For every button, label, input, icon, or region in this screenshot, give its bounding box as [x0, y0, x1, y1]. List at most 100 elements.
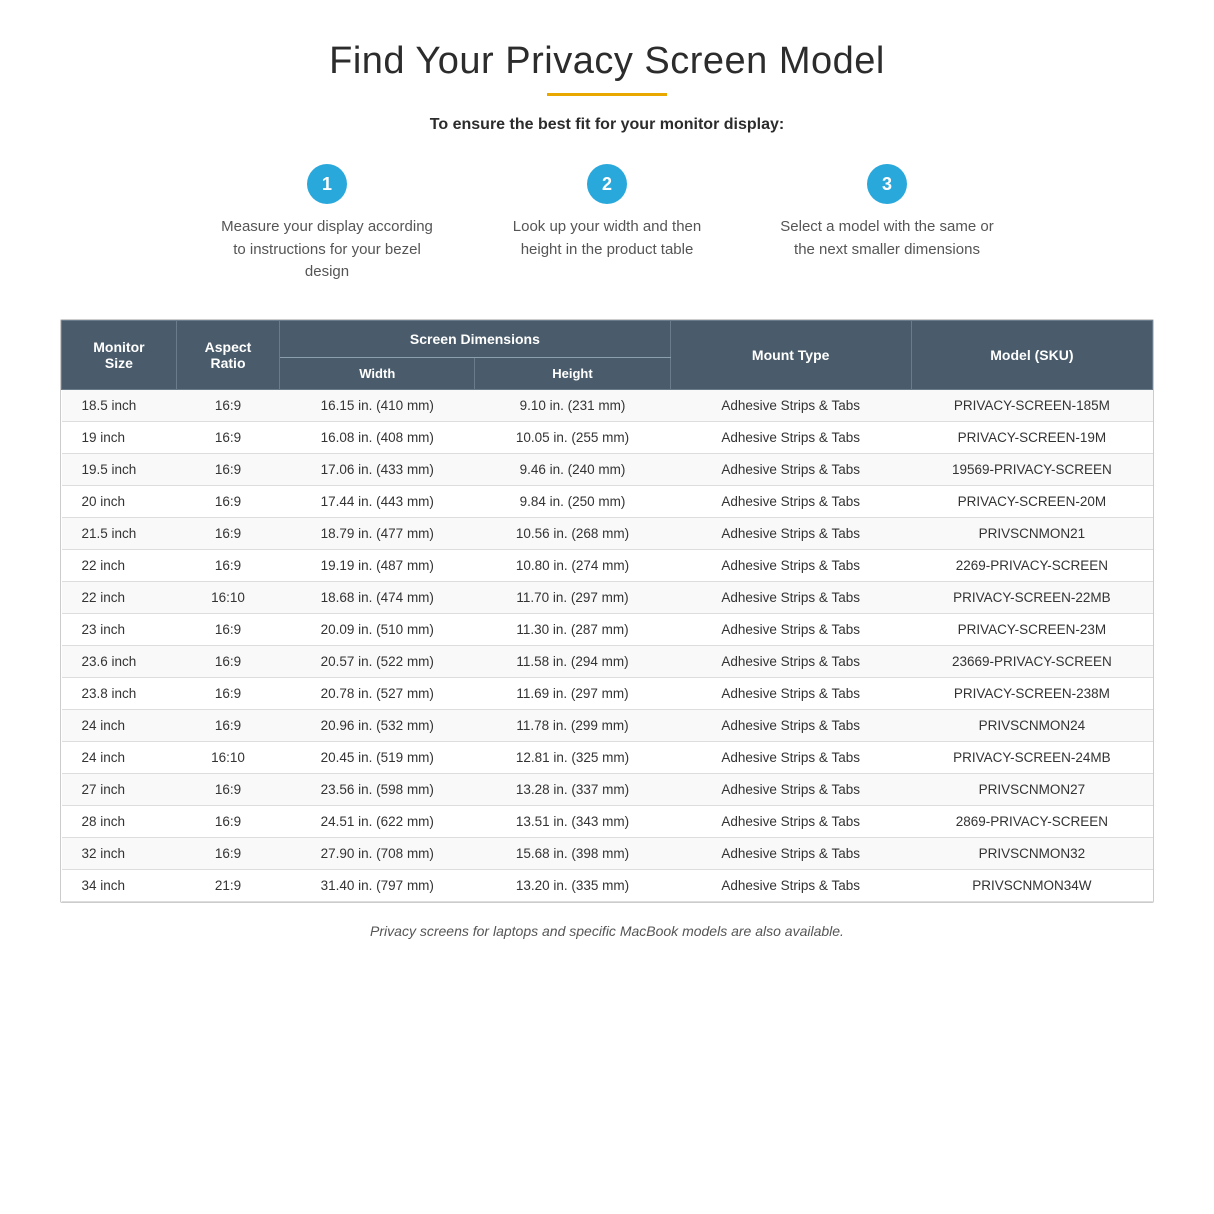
cell-mount: Adhesive Strips & Tabs	[670, 805, 911, 837]
cell-aspect: 16:9	[176, 485, 279, 517]
cell-size: 23.8 inch	[62, 677, 177, 709]
cell-size: 34 inch	[62, 869, 177, 901]
cell-width: 20.96 in. (532 mm)	[280, 709, 475, 741]
cell-width: 18.79 in. (477 mm)	[280, 517, 475, 549]
cell-size: 22 inch	[62, 549, 177, 581]
table-row: 20 inch 16:9 17.44 in. (443 mm) 9.84 in.…	[62, 485, 1153, 517]
footer-note: Privacy screens for laptops and specific…	[60, 923, 1154, 939]
cell-width: 27.90 in. (708 mm)	[280, 837, 475, 869]
col-aspect-header: AspectRatio	[176, 320, 279, 389]
cell-aspect: 16:10	[176, 581, 279, 613]
step-3-circle: 3	[867, 164, 907, 204]
cell-width: 19.19 in. (487 mm)	[280, 549, 475, 581]
table-row: 21.5 inch 16:9 18.79 in. (477 mm) 10.56 …	[62, 517, 1153, 549]
cell-width: 23.56 in. (598 mm)	[280, 773, 475, 805]
cell-height: 11.78 in. (299 mm)	[475, 709, 670, 741]
step-1-circle: 1	[307, 164, 347, 204]
cell-height: 11.70 in. (297 mm)	[475, 581, 670, 613]
product-table-container: MonitorSize AspectRatio Screen Dimension…	[60, 319, 1154, 903]
cell-aspect: 16:9	[176, 677, 279, 709]
step-2: 2 Look up your width and then height in …	[497, 164, 717, 284]
table-row: 22 inch 16:9 19.19 in. (487 mm) 10.80 in…	[62, 549, 1153, 581]
cell-height: 13.28 in. (337 mm)	[475, 773, 670, 805]
cell-size: 18.5 inch	[62, 389, 177, 421]
cell-width: 20.09 in. (510 mm)	[280, 613, 475, 645]
cell-aspect: 16:9	[176, 453, 279, 485]
cell-model: PRIVSCNMON24	[911, 709, 1152, 741]
cell-size: 22 inch	[62, 581, 177, 613]
subtitle: To ensure the best fit for your monitor …	[60, 116, 1154, 134]
cell-width: 16.15 in. (410 mm)	[280, 389, 475, 421]
table-row: 19 inch 16:9 16.08 in. (408 mm) 10.05 in…	[62, 421, 1153, 453]
page-title: Find Your Privacy Screen Model	[60, 40, 1154, 83]
cell-aspect: 16:9	[176, 645, 279, 677]
cell-model: PRIVSCNMON21	[911, 517, 1152, 549]
cell-mount: Adhesive Strips & Tabs	[670, 517, 911, 549]
cell-model: PRIVSCNMON34W	[911, 869, 1152, 901]
step-3-text: Select a model with the same or the next…	[777, 216, 997, 261]
step-1-text: Measure your display according to instru…	[217, 216, 437, 284]
cell-aspect: 16:9	[176, 709, 279, 741]
table-row: 24 inch 16:10 20.45 in. (519 mm) 12.81 i…	[62, 741, 1153, 773]
cell-mount: Adhesive Strips & Tabs	[670, 613, 911, 645]
table-row: 18.5 inch 16:9 16.15 in. (410 mm) 9.10 i…	[62, 389, 1153, 421]
cell-height: 12.81 in. (325 mm)	[475, 741, 670, 773]
table-row: 23.8 inch 16:9 20.78 in. (527 mm) 11.69 …	[62, 677, 1153, 709]
cell-height: 13.51 in. (343 mm)	[475, 805, 670, 837]
cell-size: 23 inch	[62, 613, 177, 645]
cell-model: PRIVACY-SCREEN-23M	[911, 613, 1152, 645]
cell-aspect: 16:9	[176, 389, 279, 421]
cell-mount: Adhesive Strips & Tabs	[670, 453, 911, 485]
cell-height: 10.80 in. (274 mm)	[475, 549, 670, 581]
cell-width: 17.06 in. (433 mm)	[280, 453, 475, 485]
step-2-text: Look up your width and then height in th…	[497, 216, 717, 261]
cell-mount: Adhesive Strips & Tabs	[670, 773, 911, 805]
cell-width: 24.51 in. (622 mm)	[280, 805, 475, 837]
cell-height: 13.20 in. (335 mm)	[475, 869, 670, 901]
steps-row: 1 Measure your display according to inst…	[60, 164, 1154, 284]
cell-width: 18.68 in. (474 mm)	[280, 581, 475, 613]
cell-size: 23.6 inch	[62, 645, 177, 677]
cell-size: 21.5 inch	[62, 517, 177, 549]
cell-width: 20.57 in. (522 mm)	[280, 645, 475, 677]
table-row: 27 inch 16:9 23.56 in. (598 mm) 13.28 in…	[62, 773, 1153, 805]
col-mount-header: Mount Type	[670, 320, 911, 389]
step-2-circle: 2	[587, 164, 627, 204]
table-header-top: MonitorSize AspectRatio Screen Dimension…	[62, 320, 1153, 357]
table-row: 23 inch 16:9 20.09 in. (510 mm) 11.30 in…	[62, 613, 1153, 645]
cell-mount: Adhesive Strips & Tabs	[670, 581, 911, 613]
table-row: 32 inch 16:9 27.90 in. (708 mm) 15.68 in…	[62, 837, 1153, 869]
cell-height: 9.10 in. (231 mm)	[475, 389, 670, 421]
cell-aspect: 16:10	[176, 741, 279, 773]
cell-model: PRIVACY-SCREEN-185M	[911, 389, 1152, 421]
cell-aspect: 16:9	[176, 805, 279, 837]
cell-aspect: 16:9	[176, 613, 279, 645]
cell-model: 19569-PRIVACY-SCREEN	[911, 453, 1152, 485]
col-monitor-header: MonitorSize	[62, 320, 177, 389]
cell-size: 32 inch	[62, 837, 177, 869]
cell-height: 10.56 in. (268 mm)	[475, 517, 670, 549]
cell-aspect: 16:9	[176, 773, 279, 805]
cell-size: 28 inch	[62, 805, 177, 837]
table-row: 34 inch 21:9 31.40 in. (797 mm) 13.20 in…	[62, 869, 1153, 901]
cell-aspect: 21:9	[176, 869, 279, 901]
cell-aspect: 16:9	[176, 837, 279, 869]
step-1: 1 Measure your display according to inst…	[217, 164, 437, 284]
cell-mount: Adhesive Strips & Tabs	[670, 677, 911, 709]
cell-model: 2869-PRIVACY-SCREEN	[911, 805, 1152, 837]
table-row: 23.6 inch 16:9 20.57 in. (522 mm) 11.58 …	[62, 645, 1153, 677]
cell-aspect: 16:9	[176, 549, 279, 581]
cell-size: 24 inch	[62, 741, 177, 773]
cell-model: PRIVACY-SCREEN-22MB	[911, 581, 1152, 613]
cell-model: PRIVSCNMON27	[911, 773, 1152, 805]
cell-height: 11.58 in. (294 mm)	[475, 645, 670, 677]
table-body: 18.5 inch 16:9 16.15 in. (410 mm) 9.10 i…	[62, 389, 1153, 901]
table-row: 24 inch 16:9 20.96 in. (532 mm) 11.78 in…	[62, 709, 1153, 741]
cell-width: 20.45 in. (519 mm)	[280, 741, 475, 773]
cell-aspect: 16:9	[176, 517, 279, 549]
table-row: 22 inch 16:10 18.68 in. (474 mm) 11.70 i…	[62, 581, 1153, 613]
cell-mount: Adhesive Strips & Tabs	[670, 869, 911, 901]
cell-height: 15.68 in. (398 mm)	[475, 837, 670, 869]
cell-height: 11.69 in. (297 mm)	[475, 677, 670, 709]
cell-size: 24 inch	[62, 709, 177, 741]
